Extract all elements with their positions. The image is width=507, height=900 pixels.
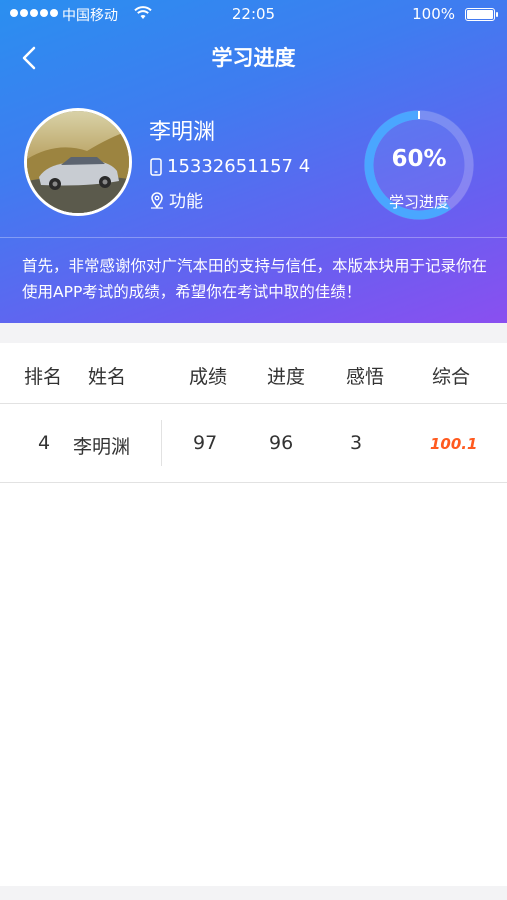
avatar[interactable] (24, 108, 132, 216)
cell-name: 李明渊 (73, 436, 131, 458)
location-pin-icon (151, 191, 163, 209)
phone-icon (150, 157, 162, 176)
section-gap (0, 323, 507, 343)
phone-row: 15332651157 4 (149, 156, 310, 177)
header-rank: 排名 (24, 366, 63, 388)
row-divider (161, 420, 162, 466)
page-title: 学习进度 (211, 46, 296, 70)
notice-text: 首先，非常感谢你对广汽本田的支持与信任，本版本块用于记录你在使用APP考试的成绩… (22, 257, 488, 301)
cell-total: 100.1 (430, 435, 478, 453)
profile-header: 中国移动 22:05 100% 学习进度 李明渊 15332651157 4 功… (0, 0, 507, 323)
cell-rank: 4 (38, 432, 51, 454)
ranking-table-header: 排名 姓名 成绩 进度 感悟 综合 (0, 343, 507, 404)
header-name: 姓名 (88, 366, 127, 388)
function-label: 功能 (169, 192, 203, 212)
header-progress: 进度 (267, 366, 306, 388)
cell-grade: 97 (193, 432, 218, 454)
phone-number: 15332651157 4 (167, 156, 311, 177)
table-row[interactable]: 4 李明渊 97 96 3 100.1 (0, 404, 507, 483)
header-grade: 成绩 (189, 366, 228, 388)
progress-label: 学习进度 (388, 193, 449, 211)
bottom-bar (0, 886, 507, 900)
user-name: 李明渊 (149, 120, 216, 145)
status-bar: 中国移动 22:05 100% (0, 0, 507, 30)
header-divider (0, 237, 507, 238)
battery-percentage: 100% (412, 5, 455, 23)
cell-progress: 96 (269, 432, 294, 454)
function-row[interactable]: 功能 (149, 187, 203, 212)
header-total: 综合 (432, 366, 471, 388)
battery-icon (465, 8, 498, 21)
cell-insight: 3 (350, 432, 363, 454)
car-photo-icon (27, 111, 129, 213)
nav-bar: 学习进度 (0, 30, 507, 86)
progress-value: 60% (391, 146, 447, 172)
header-insight: 感悟 (346, 366, 385, 388)
